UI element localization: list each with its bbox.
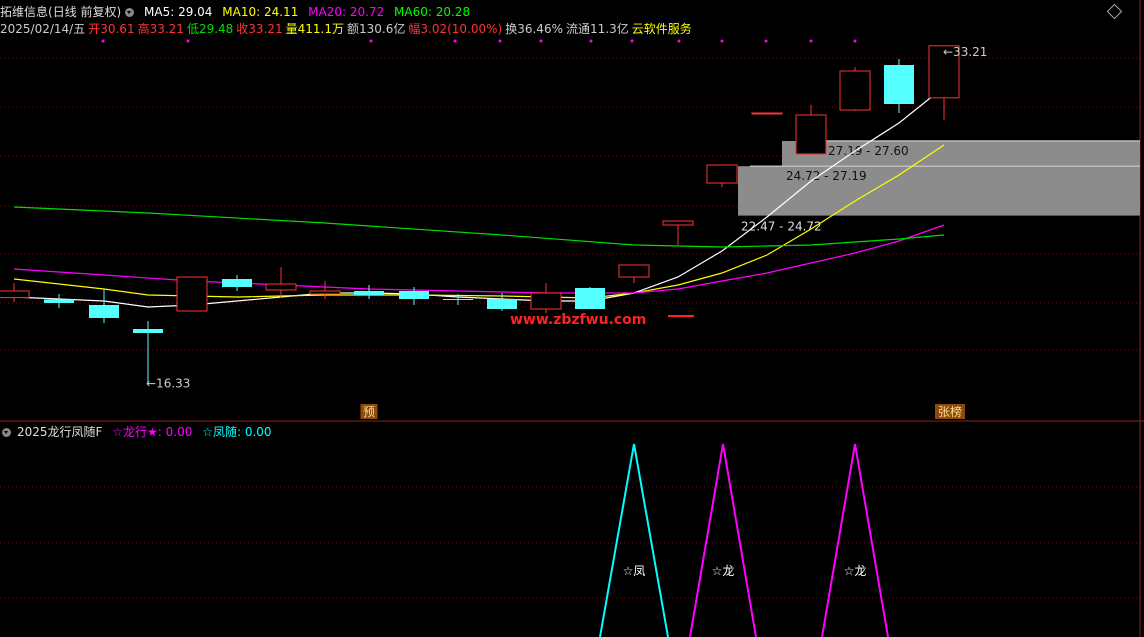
- header-dot: [677, 39, 681, 43]
- candle-body: [265, 283, 297, 291]
- candle-body: [89, 305, 119, 318]
- indicator-label: ☆龙: [844, 564, 867, 578]
- header-dot: [853, 39, 857, 43]
- header-dot: [764, 39, 768, 43]
- header-dot: [809, 39, 813, 43]
- dropdown-icon[interactable]: [2, 428, 11, 437]
- header-dot: [101, 39, 105, 43]
- ma-label: MA10: 24.11: [222, 5, 299, 19]
- candle-body: [487, 299, 517, 309]
- zone-label: 22.47 - 24.72: [741, 220, 822, 234]
- candle-body: [443, 299, 473, 300]
- event-marker: 张榜: [938, 404, 962, 419]
- chart-canvas: 27.19 - 27.60 24.72 - 27.19 22.47 - 24.72 ←…: [0, 0, 1144, 637]
- high-price-annotation: ←33.21: [943, 45, 987, 59]
- header-dot: [369, 39, 373, 43]
- dropdown-icon[interactable]: [125, 8, 135, 17]
- candle-body: [795, 114, 827, 155]
- quote-field: 流通11.3亿: [565, 22, 629, 36]
- ma-line-ma20: [13, 224, 945, 294]
- zone-label: 24.72 - 27.19: [786, 169, 867, 183]
- zone-label: 27.19 - 27.60: [828, 144, 909, 158]
- candle-body: [399, 291, 429, 299]
- quote-field: 开30.61: [88, 22, 135, 36]
- candle-body: [133, 329, 163, 333]
- candle-body: [176, 276, 208, 312]
- ma-label: MA60: 20.28: [394, 5, 471, 19]
- low-price-annotation: ←16.33: [146, 376, 190, 390]
- quote-field: 云软件服务: [631, 22, 692, 36]
- candle-body: [222, 279, 252, 287]
- candle-body: [839, 70, 871, 111]
- candle-body: [309, 290, 341, 295]
- candle-body: [0, 290, 30, 299]
- indicator-value: ☆凤随: 0.00: [202, 425, 272, 439]
- quote-field: 量411.1万: [285, 22, 345, 36]
- quote-field: 额130.6亿: [347, 22, 406, 36]
- watermark: www.zbzfwu.com: [510, 312, 646, 328]
- indicator-peak: [599, 443, 669, 637]
- indicator-label: ☆龙: [712, 564, 735, 578]
- header-dot: [453, 39, 457, 43]
- stock-name: 拓维信息: [0, 5, 49, 19]
- indicator-name: 2025龙行凤随F: [17, 425, 103, 439]
- indicator-label: ☆凤: [623, 564, 646, 578]
- candle-body: [530, 292, 562, 310]
- candle-body: [575, 288, 605, 309]
- header-dot: [720, 39, 724, 43]
- indicator-header: 2025龙行凤随F ☆龙行★: 0.00 ☆凤随: 0.00: [0, 424, 278, 440]
- ma-label: MA20: 20.72: [308, 5, 385, 19]
- quote-field: 2025/02/14/五: [0, 22, 86, 36]
- header-dot: [630, 39, 634, 43]
- candle-body: [884, 65, 914, 104]
- header-dot: [589, 39, 593, 43]
- quote-field: 幅3.02(10.00%): [408, 22, 503, 36]
- stock-period: (日线 前复权): [48, 5, 122, 19]
- candle-body: [662, 220, 694, 226]
- candle-body: [354, 291, 384, 295]
- quote-info: 2025/02/14/五 开30.61 高33.21 低29.48 收33.21 量411…: [0, 21, 695, 37]
- quote-field: 低29.48: [186, 22, 234, 36]
- quote-field: 高33.21: [137, 22, 184, 36]
- candle-body: [44, 299, 74, 303]
- header-dot: [539, 39, 543, 43]
- indicator-value: ☆龙行★: 0.00: [112, 425, 193, 439]
- indicator-peak: [821, 443, 889, 637]
- event-marker: 预: [363, 405, 375, 419]
- stock-header: 拓维信息(日线 前复权) MA5: 29.04 MA10: 24.11 MA20…: [0, 4, 476, 20]
- candle-body: [751, 112, 783, 115]
- quote-field: 换36.46%: [505, 22, 563, 36]
- header-dot: [498, 39, 502, 43]
- header-dot: [186, 39, 190, 43]
- candle-body: [706, 164, 738, 184]
- quote-field: 收33.21: [236, 22, 283, 36]
- candle-body: [618, 264, 650, 278]
- indicator-peak: [689, 443, 757, 637]
- ma-label: MA5: 29.04: [144, 5, 213, 19]
